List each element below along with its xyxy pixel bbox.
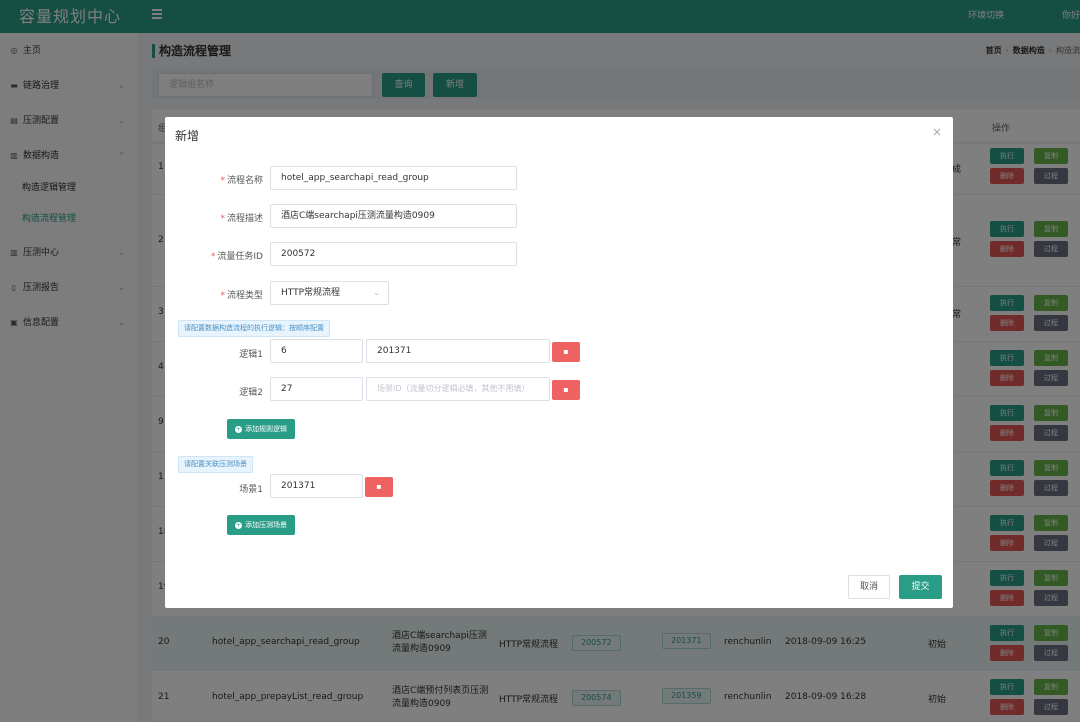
plus-circle-icon: + [235,522,242,529]
dialog-title: 新增 [175,129,200,143]
add-flow-dialog: 新增 × * 流程名称 hotel_app_searchapi_read_grou… [165,117,953,608]
trash-icon: ▪ [563,385,569,394]
task-id-input[interactable]: 200572 [270,242,517,266]
logic-1-input[interactable]: 6 [270,339,363,363]
add-logic-button[interactable]: + 添加规则逻辑 [227,419,295,439]
add-logic-label: 添加规则逻辑 [245,425,287,433]
trash-icon: ▪ [563,347,569,356]
logic-2-label: 逻辑2 [239,388,263,398]
scene-1-delete-button[interactable]: ▪ [365,477,393,497]
submit-button[interactable]: 提交 [899,575,942,599]
flow-desc-label: * 流程描述 [220,214,263,224]
add-scene-label: 添加压测场景 [245,521,287,529]
logic-1-label: 逻辑1 [239,350,263,360]
close-icon[interactable]: × [932,125,942,139]
logic-2-scene-input[interactable]: 场景ID（流量切分逻辑必填，其他不用填） [366,377,550,401]
plus-circle-icon: + [235,426,242,433]
trash-icon: ▪ [376,482,382,491]
chevron-down-icon: ⌄ [373,288,380,297]
logic-1-delete-button[interactable]: ▪ [552,342,580,362]
flow-type-select[interactable]: HTTP常规流程 ⌄ [270,281,389,305]
flow-type-label: * 流程类型 [220,291,263,301]
task-id-label: * 流量任务ID [210,252,263,262]
cancel-button[interactable]: 取消 [848,575,890,599]
flow-type-value: HTTP常规流程 [281,288,341,298]
scene-tip: 请配置关联压测场景 [178,456,253,473]
logic-1-scene-input[interactable]: 201371 [366,339,550,363]
logic-2-input[interactable]: 27 [270,377,363,401]
flow-name-label: * 流程名称 [220,176,263,186]
flow-name-input[interactable]: hotel_app_searchapi_read_group [270,166,517,190]
logic-tip: 请配置数据构造流程的执行逻辑：按顺序配置 [178,320,330,337]
add-scene-button[interactable]: + 添加压测场景 [227,515,295,535]
scene-1-label: 场景1 [239,485,263,495]
flow-desc-input[interactable]: 酒店C端searchapi压测流量构造0909 [270,204,517,228]
scene-1-input[interactable]: 201371 [270,474,363,498]
logic-2-delete-button[interactable]: ▪ [552,380,580,400]
